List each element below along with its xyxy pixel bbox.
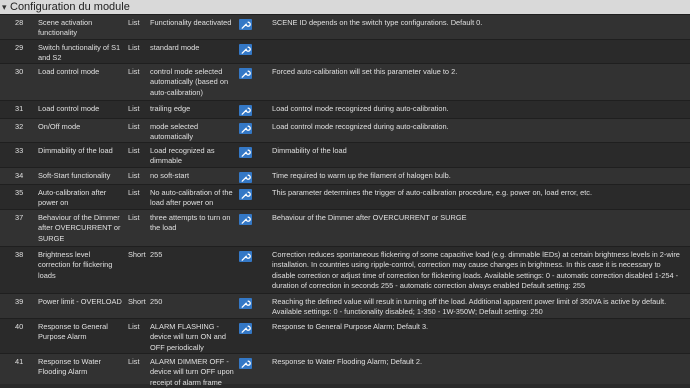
param-name: Auto-calibration after power on <box>38 188 107 208</box>
param-name: Brightness level correction for flickeri… <box>38 250 113 280</box>
param-description: Response to General Purpose Alarm; Defau… <box>272 322 429 331</box>
param-description: Dimmability of the load <box>272 146 347 155</box>
table-row: 29 Switch functionality of S1 and S2 Lis… <box>0 39 690 63</box>
table-row: 40 Response to General Purpose Alarm Lis… <box>0 318 690 353</box>
param-number: 38 <box>15 250 24 259</box>
param-type: List <box>128 188 140 197</box>
param-name: Scene activation functionality <box>38 18 93 38</box>
param-type: List <box>128 146 140 155</box>
param-value: ALARM FLASHING - device will turn ON and… <box>150 322 226 352</box>
param-description: Load control mode recognized during auto… <box>272 104 449 113</box>
param-number: 41 <box>15 357 24 366</box>
param-number: 31 <box>15 104 24 113</box>
chevron-down-icon: ▾ <box>2 2 7 12</box>
param-number: 34 <box>15 171 24 180</box>
wrench-icon[interactable] <box>239 172 252 183</box>
param-description: SCENE ID depends on the switch type conf… <box>272 18 483 27</box>
wrench-icon[interactable] <box>239 214 252 225</box>
param-value: Functionality deactivated <box>150 18 232 27</box>
table-row: 35 Auto-calibration after power on List … <box>0 184 690 209</box>
param-name: Response to General Purpose Alarm <box>38 322 108 342</box>
param-value: three attempts to turn on the load <box>150 213 231 233</box>
param-number: 30 <box>15 67 24 76</box>
param-description: Behaviour of the Dimmer after OVERCURREN… <box>272 213 467 222</box>
param-type: List <box>128 67 140 76</box>
param-description: Forced auto-calibration will set this pa… <box>272 67 458 76</box>
param-name: Behaviour of the Dimmer after OVERCURREN… <box>38 213 121 243</box>
param-description: Load control mode recognized during auto… <box>272 122 449 131</box>
module-config-header[interactable]: ▾ Configuration du module <box>0 0 690 14</box>
param-type: List <box>128 213 140 222</box>
table-row: 28 Scene activation functionality List F… <box>0 14 690 39</box>
param-description: Time required to warm up the filament of… <box>272 171 451 180</box>
param-number: 37 <box>15 213 24 222</box>
param-type: List <box>128 104 140 113</box>
param-type: List <box>128 171 140 180</box>
param-name: Response to Water Flooding Alarm <box>38 357 101 377</box>
param-name: Soft-Start functionality <box>38 171 111 180</box>
param-number: 32 <box>15 122 24 131</box>
wrench-icon[interactable] <box>239 251 252 262</box>
param-type: Short <box>128 250 146 259</box>
header-title: Configuration du module <box>10 1 130 13</box>
wrench-icon[interactable] <box>239 358 252 369</box>
param-number: 33 <box>15 146 24 155</box>
table-row: 34 Soft-Start functionality List no soft… <box>0 167 690 184</box>
wrench-icon[interactable] <box>239 298 252 309</box>
param-number: 39 <box>15 297 24 306</box>
param-name: Load control mode <box>38 104 100 113</box>
param-value: ALARM DIMMER OFF - device will turn OFF … <box>150 357 234 387</box>
wrench-icon[interactable] <box>239 123 252 134</box>
param-type: List <box>128 43 140 52</box>
wrench-icon[interactable] <box>239 105 252 116</box>
table-row: 41 Response to Water Flooding Alarm List… <box>0 353 690 387</box>
param-name: Dimmability of the load <box>38 146 113 155</box>
param-value: mode selected automatically <box>150 122 199 142</box>
param-name: On/Off mode <box>38 122 81 131</box>
table-row: 38 Brightness level correction for flick… <box>0 246 690 293</box>
param-description: Correction reduces spontaneous flickerin… <box>272 250 680 290</box>
param-name: Power limit - OVERLOAD <box>38 297 122 306</box>
param-name: Switch functionality of S1 and S2 <box>38 43 121 63</box>
table-row: 30 Load control mode List control mode s… <box>0 63 690 100</box>
wrench-icon[interactable] <box>239 44 252 55</box>
wrench-icon[interactable] <box>239 189 252 200</box>
table-row: 32 On/Off mode List mode selected automa… <box>0 118 690 142</box>
param-description: This parameter determines the trigger of… <box>272 188 593 197</box>
param-description: Reaching the defined value will result i… <box>272 297 667 317</box>
param-number: 35 <box>15 188 24 197</box>
param-value: 255 <box>150 250 163 259</box>
param-type: List <box>128 18 140 27</box>
table-row: 31 Load control mode List trailing edge … <box>0 100 690 118</box>
wrench-icon[interactable] <box>239 323 252 334</box>
param-number: 40 <box>15 322 24 331</box>
table-row: 37 Behaviour of the Dimmer after OVERCUR… <box>0 209 690 246</box>
param-value: no soft-start <box>150 171 190 180</box>
table-row: 33 Dimmability of the load List Load rec… <box>0 142 690 167</box>
param-type: List <box>128 122 140 131</box>
param-type: List <box>128 357 140 366</box>
wrench-icon[interactable] <box>239 147 252 158</box>
table-row: 39 Power limit - OVERLOAD Short 250 Reac… <box>0 293 690 318</box>
param-name: Load control mode <box>38 67 100 76</box>
param-number: 28 <box>15 18 24 27</box>
param-type: List <box>128 322 140 331</box>
wrench-icon[interactable] <box>239 68 252 79</box>
param-value: No auto-calibration of the load after po… <box>150 188 233 208</box>
wrench-icon[interactable] <box>239 19 252 30</box>
param-type: Short <box>128 297 146 306</box>
param-description: Response to Water Flooding Alarm; Defaul… <box>272 357 423 366</box>
param-value: Load recognized as dimmable <box>150 146 215 166</box>
param-value: 250 <box>150 297 163 306</box>
param-number: 29 <box>15 43 24 52</box>
param-value: control mode selected automatically (bas… <box>150 67 229 97</box>
param-value: trailing edge <box>150 104 191 113</box>
parameters-table: 28 Scene activation functionality List F… <box>0 14 690 387</box>
param-value: standard mode <box>150 43 200 52</box>
